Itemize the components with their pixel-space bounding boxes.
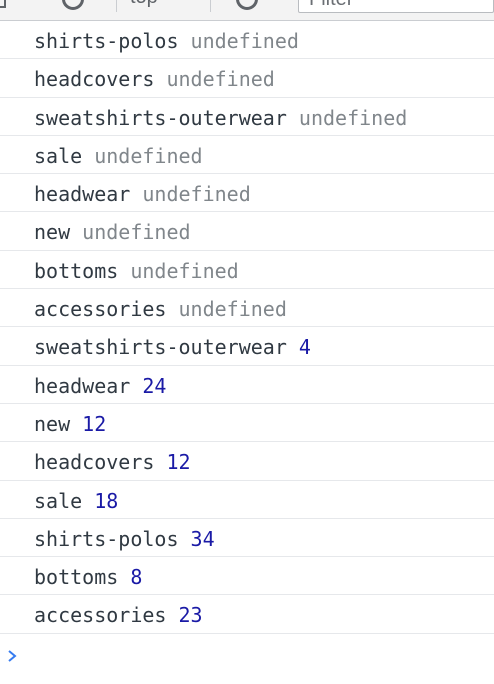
console-message-row: headcovers undefined	[0, 59, 494, 98]
toolbar-divider	[116, 0, 117, 12]
console-message-row: new 12	[0, 404, 494, 443]
log-value: undefined	[166, 67, 275, 92]
log-value: 8	[130, 565, 143, 590]
console-message-row: sweatshirts-outerwear 4	[0, 327, 494, 366]
log-value: undefined	[190, 29, 299, 53]
toolbar-divider	[210, 0, 211, 12]
log-key: sale	[34, 488, 83, 513]
log-key: sweatshirts-outerwear	[34, 335, 287, 360]
log-key: shirts-polos	[34, 29, 179, 53]
live-expression-eye-icon[interactable]	[236, 0, 258, 10]
log-key: new	[34, 220, 71, 245]
filter-input[interactable]: Filter	[298, 0, 494, 13]
console-message-row: headcovers 12	[0, 442, 494, 481]
log-key: headwear	[34, 373, 131, 398]
log-value: undefined	[178, 297, 287, 322]
log-value: undefined	[130, 258, 239, 283]
clear-console-icon[interactable]	[62, 0, 84, 10]
log-value: 23	[178, 603, 203, 628]
log-value: undefined	[298, 105, 408, 130]
sidebar-toggle-icon[interactable]	[0, 0, 6, 8]
log-value: 18	[94, 488, 119, 513]
log-value: undefined	[82, 220, 191, 245]
log-value: 4	[298, 335, 311, 360]
log-key: headcovers	[34, 450, 155, 475]
console-message-row: shirts-polos undefined	[0, 21, 494, 60]
console-message-row: bottoms 8	[0, 557, 494, 596]
log-key: sale	[34, 143, 83, 168]
log-value: undefined	[142, 182, 251, 207]
log-key: shirts-polos	[34, 526, 179, 551]
log-key: accessories	[34, 603, 167, 628]
console-message-row: sale 18	[0, 481, 494, 519]
console-output: shirts-polos undefined headcovers undefin…	[0, 21, 494, 634]
log-value: 12	[82, 411, 107, 436]
log-value: 12	[166, 450, 191, 475]
log-value: 34	[190, 526, 215, 551]
log-key: accessories	[34, 297, 167, 322]
console-message-row: sale undefined	[0, 136, 494, 175]
log-key: new	[34, 411, 71, 436]
chevron-right-icon[interactable]	[6, 646, 20, 666]
log-value: undefined	[94, 143, 203, 168]
console-message-row: shirts-polos 34	[0, 519, 494, 558]
log-value: 24	[142, 373, 167, 398]
console-message-row: new undefined	[0, 212, 494, 251]
log-key: headcovers	[34, 67, 155, 92]
context-selector[interactable]: top	[130, 0, 158, 9]
log-key: bottoms	[34, 565, 119, 590]
log-key: sweatshirts-outerwear	[34, 105, 287, 130]
console-message-row: sweatshirts-outerwear undefined	[0, 98, 494, 136]
console-toolbar: top Filter	[0, 0, 494, 21]
console-message-row: accessories 23	[0, 595, 494, 634]
console-message-row: headwear 24	[0, 366, 494, 404]
log-key: bottoms	[34, 258, 119, 283]
console-message-row: headwear undefined	[0, 174, 494, 213]
console-message-row: bottoms undefined	[0, 251, 494, 290]
console-message-row: accessories undefined	[0, 289, 494, 328]
log-key: headwear	[34, 182, 131, 207]
